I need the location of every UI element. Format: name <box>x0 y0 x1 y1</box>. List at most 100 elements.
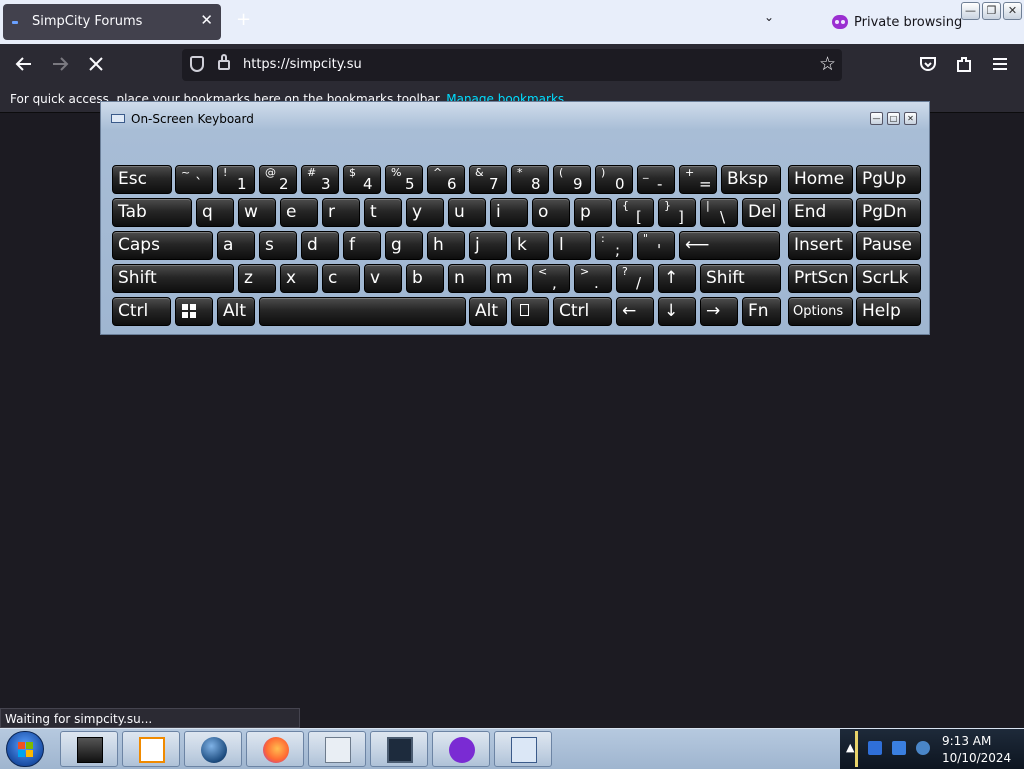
tray-globe-icon[interactable] <box>916 741 930 755</box>
key-sym-0-13[interactable]: + = <box>679 165 717 194</box>
shield-icon[interactable] <box>190 56 204 72</box>
key-0[interactable]: ) 0 <box>595 165 633 194</box>
key-sym-3-8[interactable]: <, <box>532 264 570 293</box>
show-hidden-icons-button[interactable]: ▲ <box>846 741 854 754</box>
key-c[interactable]: c <box>322 264 360 293</box>
taskbar-vlc[interactable] <box>122 731 180 767</box>
key-l[interactable]: l <box>553 231 591 260</box>
key-sym-2-11[interactable]: " ' <box>637 231 675 260</box>
key-tab[interactable]: Tab <box>112 198 192 227</box>
clock-time[interactable]: 9:13 AM <box>942 734 991 748</box>
key-sym-1-12[interactable]: }] <box>658 198 696 227</box>
key-scrlk[interactable]: ScrLk <box>856 264 921 293</box>
key-7[interactable]: & 7 <box>469 165 507 194</box>
tab-close-icon[interactable]: ✕ <box>200 11 213 29</box>
key-fn[interactable]: Fn <box>742 297 781 326</box>
key-sym-1-11[interactable]: {[ <box>616 198 654 227</box>
taskbar-calculator[interactable] <box>308 731 366 767</box>
taskbar-firefox[interactable] <box>246 731 304 767</box>
key-a[interactable]: a <box>217 231 255 260</box>
key-arrow-3-11[interactable]: ↑ <box>658 264 696 293</box>
key-m[interactable]: m <box>490 264 528 293</box>
url-text[interactable]: https://simpcity.su <box>243 57 362 72</box>
key-arrow-4-9[interactable]: → <box>700 297 738 326</box>
key-z[interactable]: z <box>238 264 276 293</box>
new-tab-button[interactable]: + <box>236 9 251 30</box>
key-pause[interactable]: Pause <box>856 231 921 260</box>
key-6[interactable]: ^ 6 <box>427 165 465 194</box>
key-pgup[interactable]: PgUp <box>856 165 921 194</box>
key-prtscn[interactable]: PrtScn <box>788 264 853 293</box>
tab-simpcity[interactable]: SimpCity Forums ✕ <box>3 4 221 40</box>
taskbar-on-screen-keyboard[interactable] <box>494 731 552 767</box>
key-windows[interactable] <box>175 297 213 326</box>
key-t[interactable]: t <box>364 198 402 227</box>
key-u[interactable]: u <box>448 198 486 227</box>
key-w[interactable]: w <box>238 198 276 227</box>
stop-icon[interactable] <box>86 54 106 79</box>
key-8[interactable]: * 8 <box>511 165 549 194</box>
key-menu[interactable] <box>511 297 549 326</box>
tray-app-icon[interactable] <box>868 741 882 755</box>
taskbar-media-player[interactable] <box>60 731 118 767</box>
key-sym-1-13[interactable]: | \ <box>700 198 738 227</box>
key-g[interactable]: g <box>385 231 423 260</box>
key-sym-0-12[interactable]: _ - <box>637 165 675 194</box>
key-shift[interactable]: Shift <box>700 264 781 293</box>
key-arrow-4-7[interactable]: ← <box>616 297 654 326</box>
network-icon[interactable] <box>892 741 906 755</box>
key-alt[interactable]: Alt <box>217 297 255 326</box>
key-shift[interactable]: Shift <box>112 264 234 293</box>
key-sym-3-10[interactable]: ? / <box>616 264 654 293</box>
forward-arrow-icon[interactable] <box>50 54 70 79</box>
key-ctrl[interactable]: Ctrl <box>112 297 171 326</box>
key-sym-0-1[interactable]: ~ ` <box>175 165 213 194</box>
key-p[interactable]: p <box>574 198 612 227</box>
key-options[interactable]: Options <box>788 297 853 326</box>
key-y[interactable]: y <box>406 198 444 227</box>
key-k[interactable]: k <box>511 231 549 260</box>
key-5[interactable]: % 5 <box>385 165 423 194</box>
key-ctrl[interactable]: Ctrl <box>553 297 612 326</box>
taskbar-globe[interactable] <box>184 731 242 767</box>
key-h[interactable]: h <box>427 231 465 260</box>
minimize-button[interactable]: — <box>961 2 980 20</box>
clock-date[interactable]: 10/10/2024 <box>942 751 1011 765</box>
key-arrow-2-12[interactable]: ⟵ <box>679 231 780 260</box>
key-s[interactable]: s <box>259 231 297 260</box>
key-space[interactable] <box>259 297 466 326</box>
taskbar-monitor[interactable] <box>370 731 428 767</box>
key-bksp[interactable]: Bksp <box>721 165 781 194</box>
key-v[interactable]: v <box>364 264 402 293</box>
close-window-button[interactable]: ✕ <box>1003 2 1022 20</box>
start-button[interactable] <box>6 731 44 767</box>
key-4[interactable]: $4 <box>343 165 381 194</box>
back-arrow-icon[interactable] <box>14 54 34 79</box>
key-f[interactable]: f <box>343 231 381 260</box>
key-1[interactable]: ! 1 <box>217 165 255 194</box>
taskbar-private-browsing[interactable] <box>432 731 490 767</box>
restore-button[interactable]: ❐ <box>982 2 1001 20</box>
list-all-tabs-button[interactable]: ⌄ <box>764 10 774 24</box>
key-esc[interactable]: Esc <box>112 165 172 194</box>
star-icon[interactable]: ☆ <box>819 53 836 75</box>
key-n[interactable]: n <box>448 264 486 293</box>
key-q[interactable]: q <box>196 198 234 227</box>
key-sym-2-10[interactable]: :; <box>595 231 633 260</box>
pocket-icon[interactable] <box>918 54 938 79</box>
key-9[interactable]: (9 <box>553 165 591 194</box>
key-j[interactable]: j <box>469 231 507 260</box>
key-e[interactable]: e <box>280 198 318 227</box>
menu-icon[interactable] <box>990 54 1010 79</box>
key-o[interactable]: o <box>532 198 570 227</box>
key-home[interactable]: Home <box>788 165 853 194</box>
lock-icon[interactable] <box>218 54 230 70</box>
key-alt[interactable]: Alt <box>469 297 507 326</box>
extensions-icon[interactable] <box>954 54 974 79</box>
key-2[interactable]: @2 <box>259 165 297 194</box>
key-insert[interactable]: Insert <box>788 231 853 260</box>
url-bar[interactable]: https://simpcity.su ☆ <box>182 49 842 81</box>
key-end[interactable]: End <box>788 198 853 227</box>
key-x[interactable]: x <box>280 264 318 293</box>
key-arrow-4-8[interactable]: ↓ <box>658 297 696 326</box>
